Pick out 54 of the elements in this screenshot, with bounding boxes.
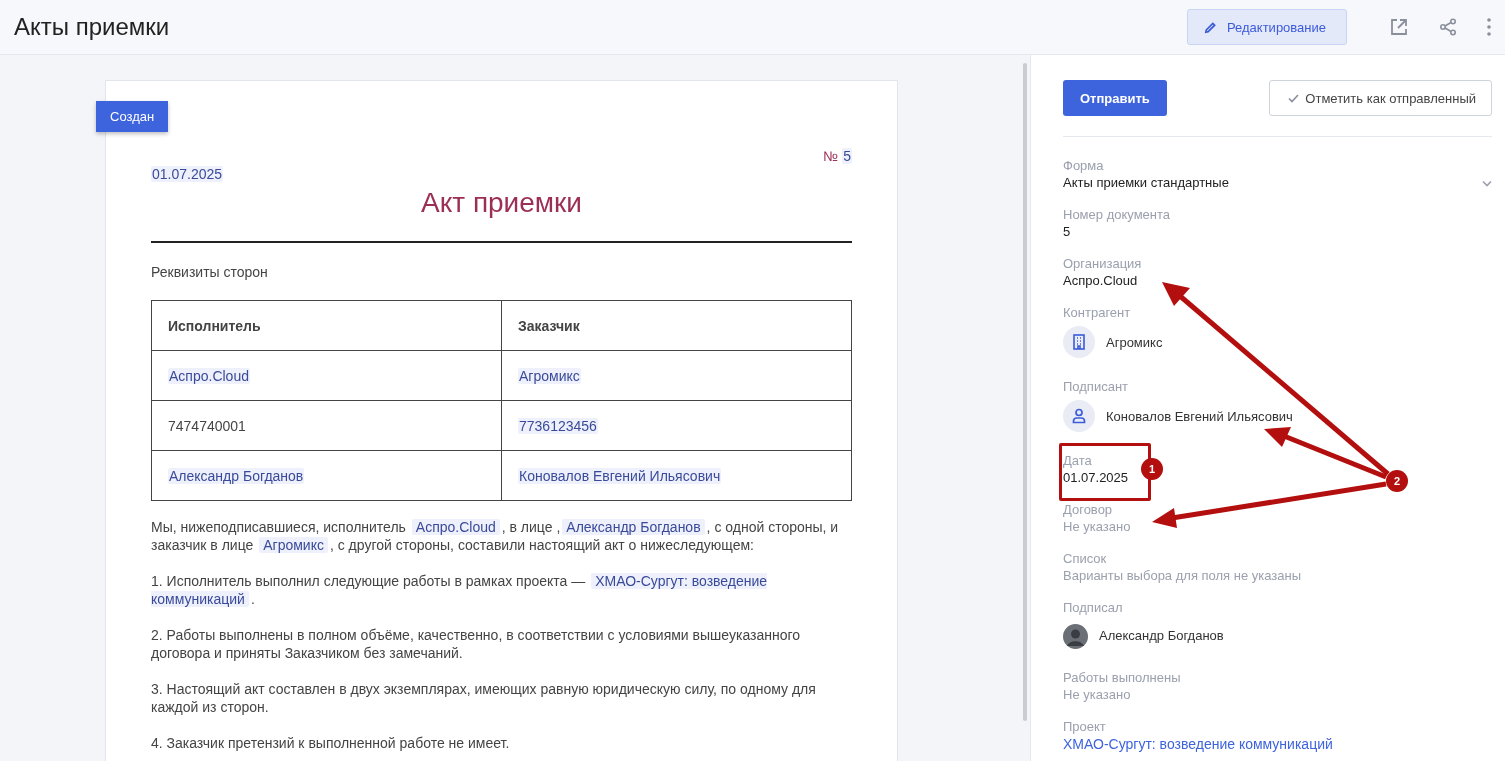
field-value: Аспро.Cloud <box>1063 272 1138 290</box>
document-paragraph: 1. Исполнитель выполнил следующие работы в рамках проекта — ХМАО-Сургут: возведение коммуникаций . <box>151 572 769 608</box>
field-value: Александр Богданов <box>1099 627 1224 643</box>
scrollbar[interactable] <box>1023 63 1027 721</box>
field-label: Подписал <box>1063 599 1123 616</box>
field-label: Дата <box>1063 452 1092 469</box>
document-paragraph: Мы, нижеподписавшиеся, исполнитель Аспро.Cloud , в лице , Александр Богданов , с одной стороны, и заказчик в лице Агромикс , с другой стороны, составили настоящий акт о нижеследующем: <box>151 518 840 554</box>
building-icon <box>1063 326 1095 358</box>
document-paragraph: 2. Работы выполнены в полном объёме, качественно, в соответствии с условиями вышеуказанного договора и приняты Заказчиком без замечаний. <box>151 626 802 662</box>
field-value: 01.07.2025 <box>1063 469 1129 487</box>
document-paragraph: 3. Настоящий акт составлен в двух экземплярах, имеющих равную юридическую силу, по одному для каждой из сторон. <box>151 680 817 716</box>
table-cell: 7736123456 <box>518 417 598 434</box>
field-label: Номер документа <box>1063 206 1170 223</box>
table-cell: Аспро.Cloud <box>168 367 250 384</box>
field-label: Договор <box>1063 501 1113 518</box>
document-paragraph: 4. Заказчик претензий к выполненной работе не имеет. <box>151 734 511 752</box>
field-label: Работы выполнены <box>1063 669 1181 686</box>
pencil-icon <box>1203 20 1217 34</box>
field-label: Контрагент <box>1063 304 1131 321</box>
form-select[interactable]: Акты приемки стандартные <box>1063 174 1492 192</box>
field-value: Варианты выбора для поля не указаны <box>1063 567 1302 585</box>
document-date: 01.07.2025 <box>151 166 224 182</box>
status-ribbon: Создан <box>96 101 169 132</box>
project-link[interactable]: ХМАО-Сургут: возведение коммуникаций <box>1063 735 1333 753</box>
field-label: Подписант <box>1063 378 1129 395</box>
field-value: Не указано <box>1063 518 1131 536</box>
page-title: Акты приемки <box>14 13 170 41</box>
field-value: Агромикс <box>1106 334 1163 350</box>
mark-sent-button[interactable]: Отметить как отправленный <box>1269 80 1492 116</box>
send-button[interactable]: Отправить <box>1063 80 1167 116</box>
share-icon[interactable] <box>1439 18 1457 36</box>
person-icon <box>1063 400 1095 432</box>
field-label: Список <box>1063 550 1107 567</box>
table-cell: Коновалов Евгений Ильясович <box>518 467 722 484</box>
document-number: № 5 <box>823 148 852 164</box>
section-heading: Реквизиты сторон <box>151 264 269 280</box>
column-header: Заказчик <box>501 300 852 351</box>
check-icon <box>1288 93 1300 103</box>
table-cell: 7474740001 <box>168 417 246 434</box>
more-icon[interactable] <box>1487 18 1491 36</box>
field-value: Коновалов Евгений Ильясович <box>1106 408 1293 424</box>
table-cell: Александр Богданов <box>168 467 305 484</box>
avatar-icon <box>1063 624 1088 649</box>
edit-button[interactable]: Редактирование <box>1186 9 1347 45</box>
field-label: Организация <box>1063 255 1142 272</box>
chevron-down-icon <box>1482 179 1492 187</box>
field-label: Форма <box>1063 157 1104 174</box>
document-title: Акт приемки <box>420 187 583 219</box>
table-cell: Агромикс <box>518 367 581 384</box>
field-value: Не указано <box>1063 686 1131 704</box>
column-header: Исполнитель <box>151 300 502 351</box>
external-link-icon[interactable] <box>1389 17 1409 37</box>
field-value: 5 <box>1063 223 1071 241</box>
field-label: Проект <box>1063 718 1106 735</box>
